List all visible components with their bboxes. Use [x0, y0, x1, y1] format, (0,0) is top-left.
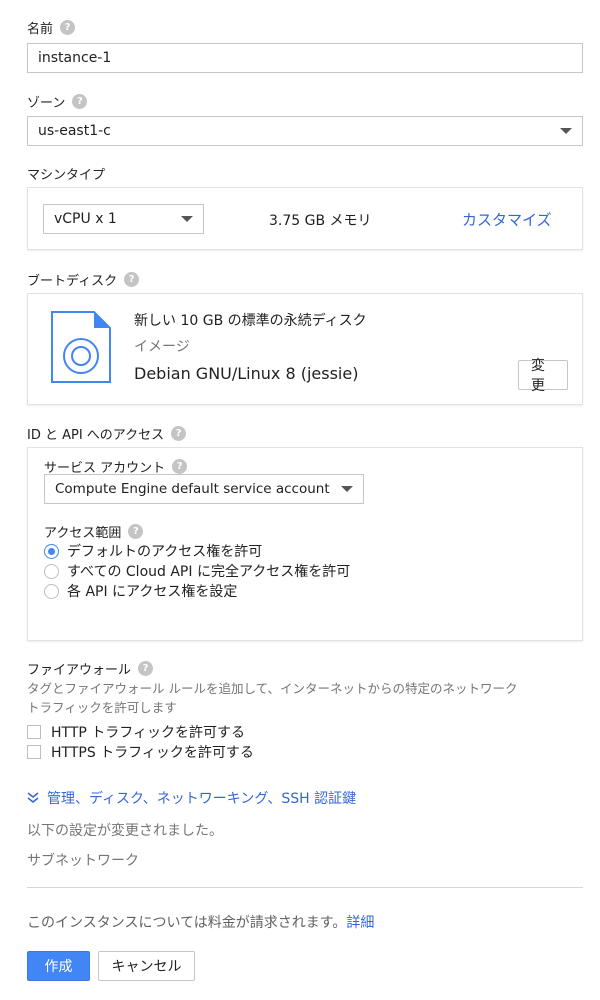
https-traffic-checkbox[interactable]: HTTPS トラフィックを許可する — [27, 742, 254, 762]
help-icon[interactable]: ? — [171, 426, 187, 441]
disk-description: 新しい 10 GB の標準の永続ディスク — [134, 313, 367, 329]
firewall-label: ファイアウォール ? — [27, 659, 154, 678]
customize-link[interactable]: カスタマイズ — [462, 209, 552, 230]
boot-disk-label: ブートディスク ? — [27, 270, 140, 289]
radio-button[interactable] — [44, 563, 59, 579]
help-icon[interactable]: ? — [60, 20, 76, 35]
help-icon[interactable]: ? — [72, 94, 88, 109]
identity-card: サービス アカウント ? Compute Engine default serv… — [27, 447, 583, 641]
change-disk-button[interactable]: 変更 — [518, 358, 568, 394]
chevron-down-icon — [181, 216, 193, 222]
identity-label: ID と API へのアクセス ? — [27, 424, 187, 443]
double-chevron-down-icon — [27, 792, 39, 804]
zone-label: ゾーン ? — [27, 92, 88, 111]
create-button[interactable]: 作成 — [27, 951, 90, 981]
vcpu-select[interactable]: vCPU x 1 — [43, 204, 204, 234]
boot-disk-card: 新しい 10 GB の標準の永続ディスク イメージ Debian GNU/Lin… — [27, 293, 583, 405]
access-scope-option[interactable]: すべての Cloud API に完全アクセス権を許可 — [44, 561, 350, 581]
divider — [27, 887, 583, 888]
service-account-select[interactable]: Compute Engine default service account — [44, 474, 364, 504]
memory-text: 3.75 GB メモリ — [269, 213, 372, 229]
access-scope-option[interactable]: 各 API にアクセス権を設定 — [44, 581, 237, 601]
checkbox[interactable] — [27, 745, 41, 759]
chevron-down-icon — [560, 128, 572, 134]
subnetwork-label: サブネットワーク — [27, 853, 139, 869]
http-traffic-checkbox[interactable]: HTTP トラフィックを許可する — [27, 722, 245, 742]
cancel-button[interactable]: キャンセル — [98, 951, 195, 981]
name-label: 名前 ? — [27, 18, 76, 37]
checkbox[interactable] — [27, 725, 41, 739]
machine-type-label: マシンタイプ — [27, 168, 106, 183]
advanced-expand-link[interactable]: 管理、ディスク、ネットワーキング、SSH 認証鍵 — [27, 788, 356, 808]
help-icon[interactable]: ? — [128, 524, 144, 539]
radio-button[interactable] — [44, 583, 59, 599]
access-scope-label: アクセス範囲 ? — [44, 522, 144, 541]
machine-type-card: vCPU x 1 3.75 GB メモリ カスタマイズ — [27, 187, 583, 250]
billing-notice: このインスタンスについては料金が請求されます。詳細 — [27, 915, 375, 931]
zone-select[interactable]: us-east1-c — [27, 116, 583, 146]
radio-button[interactable] — [44, 543, 59, 559]
image-label: イメージ — [134, 339, 190, 355]
settings-changed-notice: 以下の設定が変更されました。 — [27, 823, 223, 839]
firewall-description: タグとファイアウォール ルールを追加して、インターネットからの特定のネットワーク — [27, 681, 518, 696]
access-scope-option[interactable]: デフォルトのアクセス権を許可 — [44, 541, 262, 561]
help-icon[interactable]: ? — [172, 459, 188, 474]
billing-details-link[interactable]: 詳細 — [346, 915, 374, 931]
chevron-down-icon — [341, 486, 353, 492]
help-icon[interactable]: ? — [138, 661, 154, 676]
firewall-description: トラフィックを許可します — [27, 700, 177, 715]
name-input[interactable]: instance-1 — [27, 43, 583, 73]
disk-image-icon — [51, 311, 111, 383]
image-value: Debian GNU/Linux 8 (jessie) — [134, 364, 359, 383]
help-icon[interactable]: ? — [124, 272, 140, 287]
